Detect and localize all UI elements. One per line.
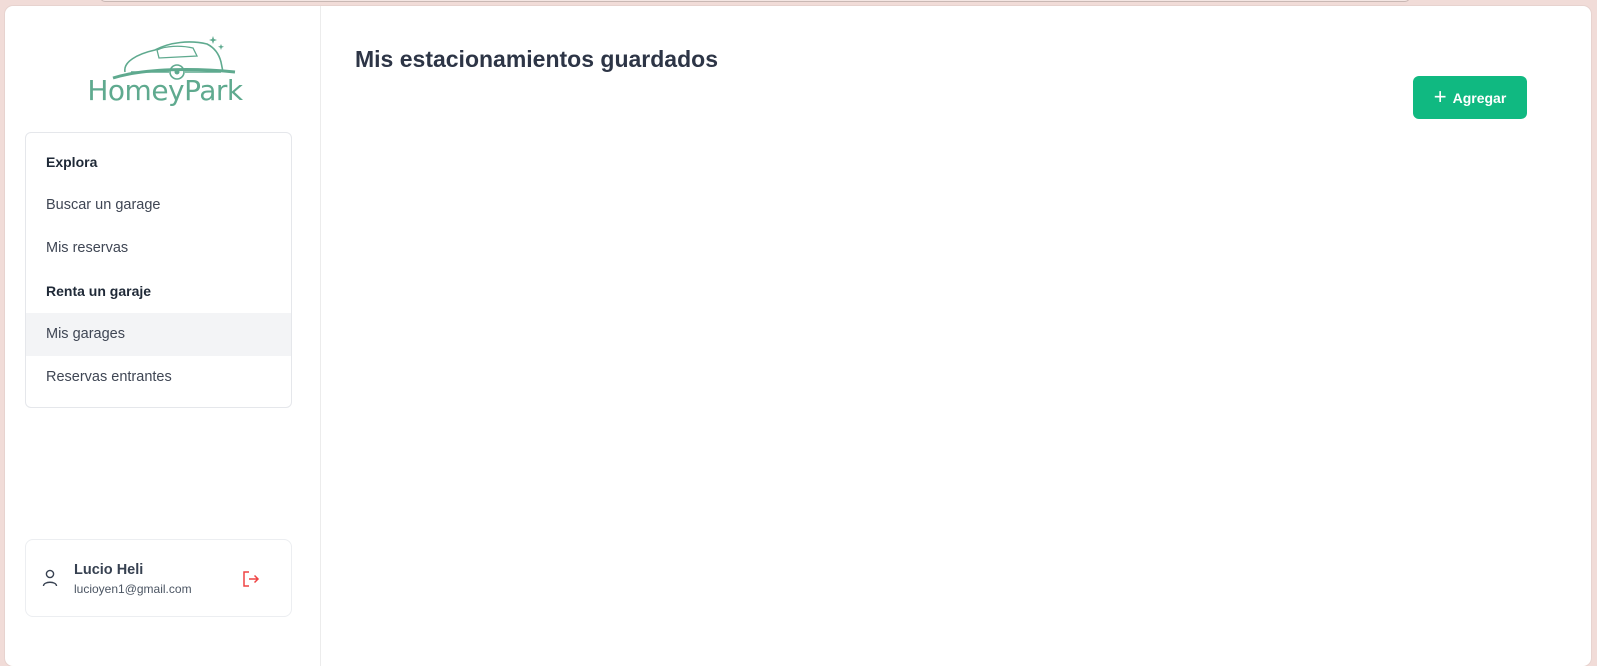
user-icon	[42, 569, 58, 587]
app-window: HomeyPark Explora Buscar un garage Mis r…	[5, 6, 1591, 666]
logout-icon[interactable]	[241, 569, 261, 589]
main-content: Mis estacionamientos guardados + Agregar	[321, 6, 1591, 666]
brand-logo[interactable]: HomeyPark	[85, 32, 245, 118]
nav-heading-explora: Explora	[46, 154, 98, 170]
sidebar-item-mis-reservas[interactable]: Mis reservas	[26, 227, 291, 270]
sidebar-item-buscar-garage[interactable]: Buscar un garage	[26, 184, 291, 227]
add-button-label: Agregar	[1452, 89, 1507, 106]
plus-icon: +	[1433, 83, 1447, 109]
brand-name: HomeyPark	[87, 74, 243, 107]
add-button[interactable]: + Agregar	[1413, 76, 1527, 119]
sidebar-item-mis-garages[interactable]: Mis garages	[26, 313, 291, 356]
sidebar: HomeyPark Explora Buscar un garage Mis r…	[5, 6, 321, 666]
sidebar-nav: Explora Buscar un garage Mis reservas Re…	[25, 132, 292, 408]
user-name: Lucio Heli	[74, 562, 144, 578]
user-email: lucioyen1@gmail.com	[74, 582, 192, 596]
nav-heading-renta-garaje: Renta un garaje	[46, 283, 152, 299]
user-card: Lucio Heli lucioyen1@gmail.com	[25, 539, 292, 617]
page-title: Mis estacionamientos guardados	[355, 46, 718, 72]
browser-top-strip	[100, 0, 1410, 2]
sidebar-item-reservas-entrantes[interactable]: Reservas entrantes	[26, 356, 291, 399]
